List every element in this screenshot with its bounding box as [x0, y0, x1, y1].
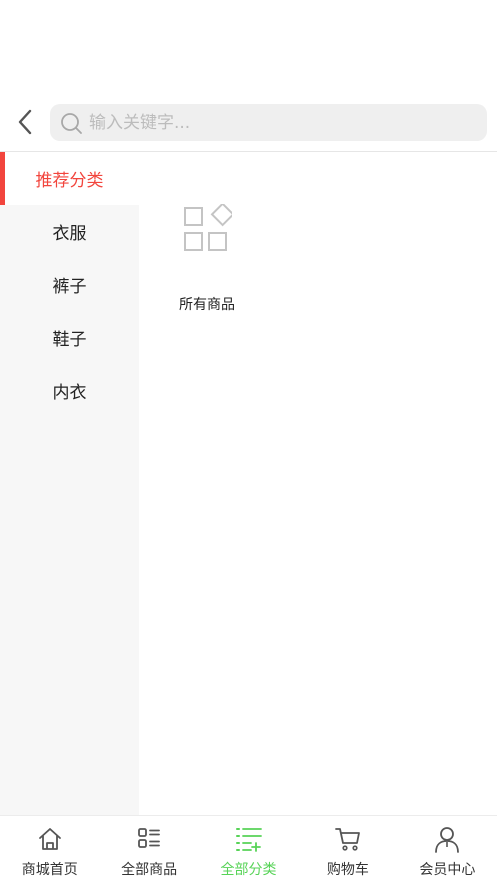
- sidebar-item-label: 内衣: [52, 383, 87, 403]
- list-icon: [135, 825, 163, 853]
- category-list-icon: [235, 825, 263, 853]
- sidebar-item-label: 鞋子: [52, 330, 87, 350]
- tab-label: 商城首页: [21, 862, 78, 878]
- sidebar-item-recommended[interactable]: 推荐分类: [0, 152, 139, 205]
- tab-label: 会员中心: [419, 862, 476, 878]
- sidebar-item-label: 推荐分类: [35, 171, 104, 191]
- tab-all-categories[interactable]: 全部分类: [199, 816, 298, 883]
- tab-all-products[interactable]: 全部商品: [99, 816, 198, 883]
- search-input[interactable]: [89, 107, 469, 138]
- tab-label: 购物车: [326, 862, 369, 878]
- sidebar-item-pants[interactable]: 裤子: [0, 258, 139, 311]
- all-products-label: 所有商品: [179, 297, 235, 313]
- home-icon: [36, 825, 64, 853]
- tab-member-center[interactable]: 会员中心: [398, 816, 497, 883]
- category-page: 推荐分类 衣服 裤子 鞋子 内衣 所有商品: [0, 0, 497, 883]
- bottom-tab-bar: 商城首页 全部商品 全部分类 购物车 会员中心: [0, 815, 497, 883]
- category-grid-icon: [184, 204, 232, 251]
- back-button[interactable]: [10, 104, 40, 140]
- category-sidebar: 推荐分类 衣服 裤子 鞋子 内衣: [0, 152, 139, 815]
- tab-cart[interactable]: 购物车: [298, 816, 397, 883]
- category-content: 所有商品: [139, 152, 497, 815]
- tab-label: 全部分类: [220, 862, 277, 878]
- sidebar-item-label: 裤子: [52, 277, 87, 297]
- chevron-left-icon: [18, 109, 32, 135]
- sidebar-item-underwear[interactable]: 内衣: [0, 364, 139, 417]
- header: [0, 100, 497, 144]
- search-icon: [59, 111, 83, 135]
- search-box[interactable]: [50, 104, 487, 141]
- sidebar-item-shoes[interactable]: 鞋子: [0, 311, 139, 364]
- tab-label: 全部商品: [121, 862, 178, 878]
- user-icon: [433, 825, 461, 853]
- tab-home[interactable]: 商城首页: [0, 816, 99, 883]
- cart-icon: [334, 825, 362, 853]
- all-products-item[interactable]: 所有商品: [167, 204, 247, 314]
- sidebar-item-clothes[interactable]: 衣服: [0, 205, 139, 258]
- sidebar-item-label: 衣服: [52, 224, 87, 244]
